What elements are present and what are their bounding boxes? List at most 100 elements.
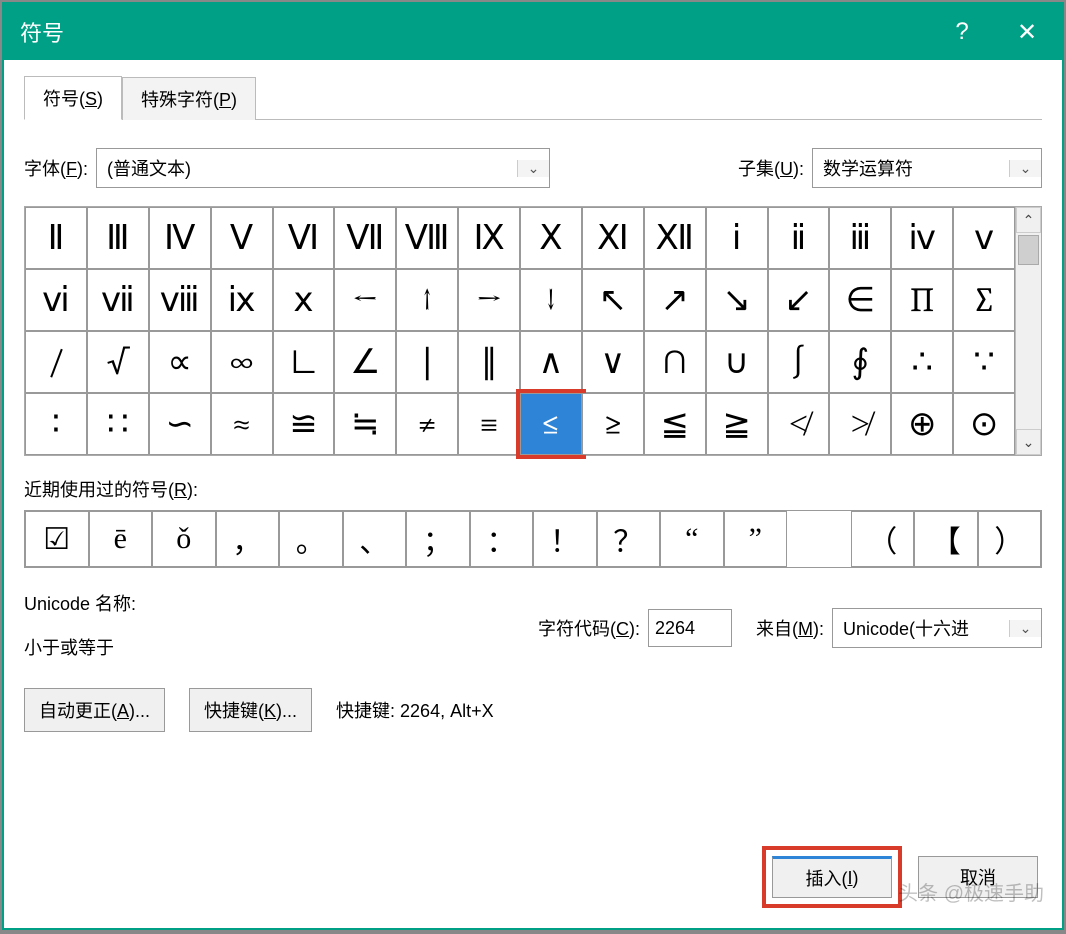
from-select-value: Unicode(十六进	[833, 615, 1009, 641]
help-button[interactable]: ?	[932, 4, 992, 60]
symbol-cell[interactable]: ∈	[829, 269, 891, 331]
symbol-cell[interactable]: ≥	[582, 393, 644, 455]
symbol-cell[interactable]: ⅲ	[829, 207, 891, 269]
symbol-cell[interactable]: ≠	[396, 393, 458, 455]
symbol-cell[interactable]: ⊙	[953, 393, 1015, 455]
symbol-cell[interactable]: ↖	[582, 269, 644, 331]
symbol-cell[interactable]: Ⅻ	[644, 207, 706, 269]
scroll-down-button[interactable]: ⌄	[1016, 429, 1041, 455]
recent-symbol-cell[interactable]: “	[660, 511, 724, 567]
char-code-input[interactable]	[648, 609, 732, 647]
scroll-up-button[interactable]: ⌃	[1016, 207, 1041, 233]
symbol-cell[interactable]: Ⅸ	[458, 207, 520, 269]
symbol-cell[interactable]: ∩	[644, 331, 706, 393]
recent-symbol-cell[interactable]: ǒ	[152, 511, 216, 567]
symbol-cell[interactable]: ≤	[520, 393, 582, 455]
symbol-cell[interactable]: ↑	[396, 269, 458, 331]
subset-select[interactable]: 数学运算符 ⌄	[812, 148, 1042, 188]
symbol-cell[interactable]: ∝	[149, 331, 211, 393]
recent-symbol-cell[interactable]: ”	[724, 511, 788, 567]
recent-symbol-cell[interactable]: ？	[597, 511, 661, 567]
cancel-button[interactable]: 取消	[918, 856, 1038, 898]
recent-symbol-cell[interactable]: ；	[406, 511, 470, 567]
autocorrect-button[interactable]: 自动更正(A)...	[24, 688, 165, 732]
symbol-cell[interactable]: ∞	[211, 331, 273, 393]
shortcut-key-button[interactable]: 快捷键(K)...	[189, 688, 312, 732]
close-button[interactable]: ✕	[992, 4, 1062, 60]
symbol-cell[interactable]: ∏	[891, 269, 953, 331]
symbol-cell[interactable]: ⅶ	[87, 269, 149, 331]
from-select[interactable]: Unicode(十六进 ⌄	[832, 608, 1042, 648]
recent-symbol-cell[interactable]: （	[851, 511, 915, 567]
symbol-cell[interactable]: Ⅷ	[396, 207, 458, 269]
symbol-cell[interactable]: /	[25, 331, 87, 393]
symbol-cell[interactable]: ∵	[953, 331, 1015, 393]
symbol-cell[interactable]: ∶	[25, 393, 87, 455]
tab-symbols[interactable]: 符号(S)	[24, 76, 122, 120]
symbol-cell[interactable]: ⅰ	[706, 207, 768, 269]
symbol-cell[interactable]: Ⅶ	[334, 207, 396, 269]
recent-symbol-cell[interactable]: 【	[914, 511, 978, 567]
symbol-cell[interactable]: ∑	[953, 269, 1015, 331]
recent-symbol-cell[interactable]: ）	[978, 511, 1042, 567]
symbol-cell[interactable]: ⅹ	[273, 269, 335, 331]
grid-scrollbar[interactable]: ⌃ ⌄	[1015, 207, 1041, 455]
symbol-cell[interactable]: ⅳ	[891, 207, 953, 269]
symbol-cell[interactable]: ∨	[582, 331, 644, 393]
recent-symbol-cell[interactable]: ！	[533, 511, 597, 567]
symbol-cell[interactable]: ∣	[396, 331, 458, 393]
symbol-cell[interactable]: ↗	[644, 269, 706, 331]
symbol-cell[interactable]: ⅷ	[149, 269, 211, 331]
symbol-cell[interactable]: ≦	[644, 393, 706, 455]
symbol-cell[interactable]: ⅱ	[768, 207, 830, 269]
symbol-cell[interactable]: ⊕	[891, 393, 953, 455]
symbol-cell[interactable]: ←	[334, 269, 396, 331]
scroll-thumb[interactable]	[1018, 235, 1039, 265]
symbol-cell[interactable]: Ⅵ	[273, 207, 335, 269]
symbol-cell[interactable]: ≮	[768, 393, 830, 455]
insert-highlight: 插入(I)	[762, 846, 902, 908]
font-select[interactable]: (普通文本) ⌄	[96, 148, 550, 188]
symbol-cell[interactable]: ≌	[273, 393, 335, 455]
symbol-cell[interactable]: ↘	[706, 269, 768, 331]
font-select-value: (普通文本)	[97, 155, 517, 181]
symbol-cell[interactable]: ∪	[706, 331, 768, 393]
symbol-cell[interactable]: ≯	[829, 393, 891, 455]
symbol-cell[interactable]: ∥	[458, 331, 520, 393]
symbol-cell[interactable]: Ⅳ	[149, 207, 211, 269]
symbol-cell[interactable]: Ⅲ	[87, 207, 149, 269]
symbol-cell[interactable]: ∮	[829, 331, 891, 393]
recent-symbol-cell[interactable]: ：	[470, 511, 534, 567]
symbol-cell[interactable]: ∴	[891, 331, 953, 393]
recent-symbol-cell[interactable]: 。	[279, 511, 343, 567]
symbol-cell[interactable]: Ⅺ	[582, 207, 644, 269]
tab-special-chars[interactable]: 特殊字符(P)	[122, 77, 256, 120]
symbol-cell[interactable]: ⅴ	[953, 207, 1015, 269]
recent-symbol-cell[interactable]: ē	[89, 511, 153, 567]
insert-button[interactable]: 插入(I)	[772, 856, 892, 898]
symbol-cell[interactable]: ↓	[520, 269, 582, 331]
symbol-cell[interactable]: Ⅹ	[520, 207, 582, 269]
symbol-cell[interactable]: Ⅴ	[211, 207, 273, 269]
recent-symbol-cell[interactable]: ☑	[25, 511, 89, 567]
symbol-cell[interactable]: ≡	[458, 393, 520, 455]
symbol-cell[interactable]: ∟	[273, 331, 335, 393]
recent-symbol-cell[interactable]: ，	[216, 511, 280, 567]
symbol-cell[interactable]: ∷	[87, 393, 149, 455]
symbol-cell[interactable]: ∠	[334, 331, 396, 393]
recent-symbol-cell[interactable]: 、	[343, 511, 407, 567]
symbol-cell[interactable]: ∫	[768, 331, 830, 393]
symbol-cell[interactable]: ∧	[520, 331, 582, 393]
symbol-cell[interactable]: ↙	[768, 269, 830, 331]
symbol-cell[interactable]: ⅵ	[25, 269, 87, 331]
symbol-cell[interactable]: ⅸ	[211, 269, 273, 331]
symbol-cell[interactable]: √	[87, 331, 149, 393]
symbol-cell[interactable]: ≒	[334, 393, 396, 455]
symbol-cell[interactable]: →	[458, 269, 520, 331]
symbol-cell[interactable]: Ⅱ	[25, 207, 87, 269]
symbol-cell[interactable]: ≧	[706, 393, 768, 455]
symbol-cell[interactable]: ∽	[149, 393, 211, 455]
symbol-cell[interactable]: ≈	[211, 393, 273, 455]
scroll-track[interactable]	[1016, 233, 1041, 429]
symbol-grid-area: ⅡⅢⅣⅤⅥⅦⅧⅨⅩⅪⅫⅰⅱⅲⅳⅴ ⅵⅶⅷⅸⅹ←↑→↓↖↗↘↙∈∏∑ /√∝∞∟∠∣∥…	[24, 206, 1042, 456]
